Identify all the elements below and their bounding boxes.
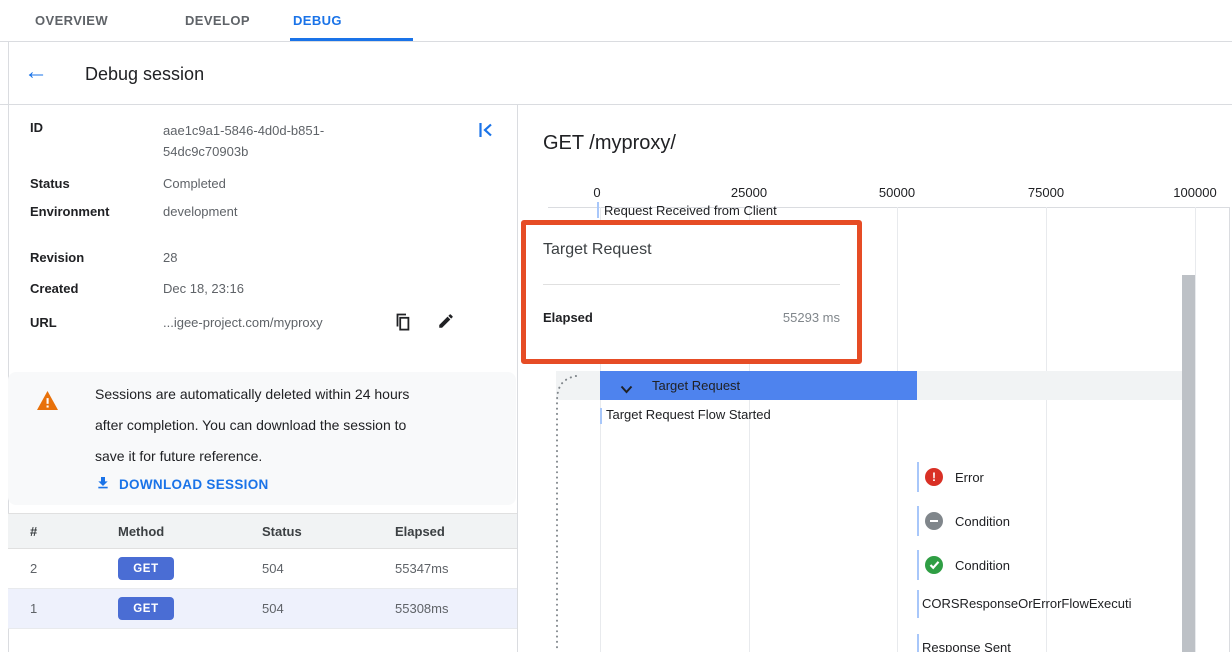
event-marker — [600, 408, 602, 424]
event-response-sent[interactable]: Response Sent — [922, 640, 1011, 652]
axis-tick-0: 0 — [593, 185, 600, 200]
tabbar-divider — [0, 41, 1232, 42]
timeline-title: GET /myproxy/ — [543, 132, 676, 155]
gridline — [1195, 207, 1196, 652]
error-icon: ! — [925, 468, 943, 486]
row-status: 504 — [262, 549, 284, 589]
axis-tick-50000: 50000 — [879, 185, 915, 200]
col-elapsed: Elapsed — [395, 514, 445, 550]
row-elapsed: 55347ms — [395, 549, 448, 589]
download-session-button[interactable]: DOWNLOAD SESSION — [95, 475, 269, 494]
event-marker — [917, 590, 919, 618]
transactions-table-header: # Method Status Elapsed — [8, 513, 517, 549]
row-num: 2 — [30, 549, 37, 589]
row-elapsed: 55308ms — [395, 589, 448, 629]
environment-value: development — [163, 204, 237, 219]
back-button[interactable]: ← — [24, 60, 48, 84]
download-icon — [95, 475, 111, 494]
axis-tick-75000: 75000 — [1028, 185, 1064, 200]
timeline-vertical-scrollbar[interactable] — [1182, 275, 1195, 652]
event-request-received[interactable]: Request Received from Client — [604, 203, 777, 218]
warning-icon — [36, 390, 59, 416]
copy-url-icon[interactable] — [394, 313, 411, 337]
transaction-row-1-selected[interactable]: 1 GET 504 55308ms — [8, 589, 517, 629]
col-num: # — [30, 514, 37, 550]
event-flow-started[interactable]: Target Request Flow Started — [606, 407, 771, 422]
revision-label: Revision — [30, 250, 84, 265]
collapse-panel-icon[interactable] — [476, 120, 496, 145]
id-value: aae1c9a1-5846-4d0d-b851- 54dc9c70903b — [163, 120, 324, 162]
id-label: ID — [30, 120, 43, 135]
col-status: Status — [262, 514, 302, 550]
event-marker — [917, 462, 919, 492]
header-divider — [0, 104, 1232, 105]
axis-tick-25000: 25000 — [731, 185, 767, 200]
target-request-bar-label: Target Request — [652, 378, 740, 393]
row-status: 504 — [262, 589, 284, 629]
tab-develop[interactable]: DEVELOP — [185, 0, 250, 41]
gridline — [897, 207, 898, 652]
tab-debug[interactable]: DEBUG — [293, 0, 342, 41]
target-request-bar[interactable]: Target Request — [600, 371, 917, 400]
revision-value: 28 — [163, 250, 177, 265]
status-value: Completed — [163, 176, 226, 191]
axis-tick-100000: 100000 — [1173, 185, 1216, 200]
plot-right-border — [1229, 207, 1230, 652]
event-error[interactable]: ! Error — [925, 468, 984, 486]
annotation-highlight-box — [521, 220, 862, 364]
chevron-down-icon — [620, 381, 633, 399]
environment-label: Environment — [30, 204, 109, 219]
event-marker — [917, 550, 919, 580]
created-value: Dec 18, 23:16 — [163, 281, 244, 296]
edit-url-icon[interactable] — [437, 312, 455, 335]
retention-warning-card: Sessions are automatically deleted withi… — [8, 372, 516, 505]
row-num: 1 — [30, 589, 37, 629]
col-method: Method — [118, 514, 164, 550]
event-marker — [597, 202, 599, 218]
debug-session-page: OVERVIEW DEVELOP DEBUG ← Debug session I… — [0, 0, 1232, 652]
tab-overview[interactable]: OVERVIEW — [35, 0, 108, 41]
condition-skipped-icon — [925, 512, 943, 530]
status-label: Status — [30, 176, 70, 191]
event-condition-skipped[interactable]: Condition — [925, 512, 1010, 530]
event-marker — [917, 506, 919, 536]
panel-divider — [517, 105, 518, 652]
flow-connector-dotted-line — [548, 372, 582, 652]
event-marker — [917, 634, 919, 652]
page-title: Debug session — [85, 64, 204, 85]
event-condition-met[interactable]: Condition — [925, 556, 1010, 574]
created-label: Created — [30, 281, 78, 296]
event-cors-flow[interactable]: CORSResponseOrErrorFlowExecuti — [922, 596, 1182, 611]
url-label: URL — [30, 315, 57, 330]
url-value: ...igee-project.com/myproxy — [163, 315, 323, 330]
method-badge: GET — [118, 597, 174, 620]
method-badge: GET — [118, 557, 174, 580]
condition-met-icon — [925, 556, 943, 574]
gridline — [1046, 207, 1047, 652]
transaction-row-2[interactable]: 2 GET 504 55347ms — [8, 549, 517, 589]
warning-message: Sessions are automatically deleted withi… — [95, 379, 515, 472]
